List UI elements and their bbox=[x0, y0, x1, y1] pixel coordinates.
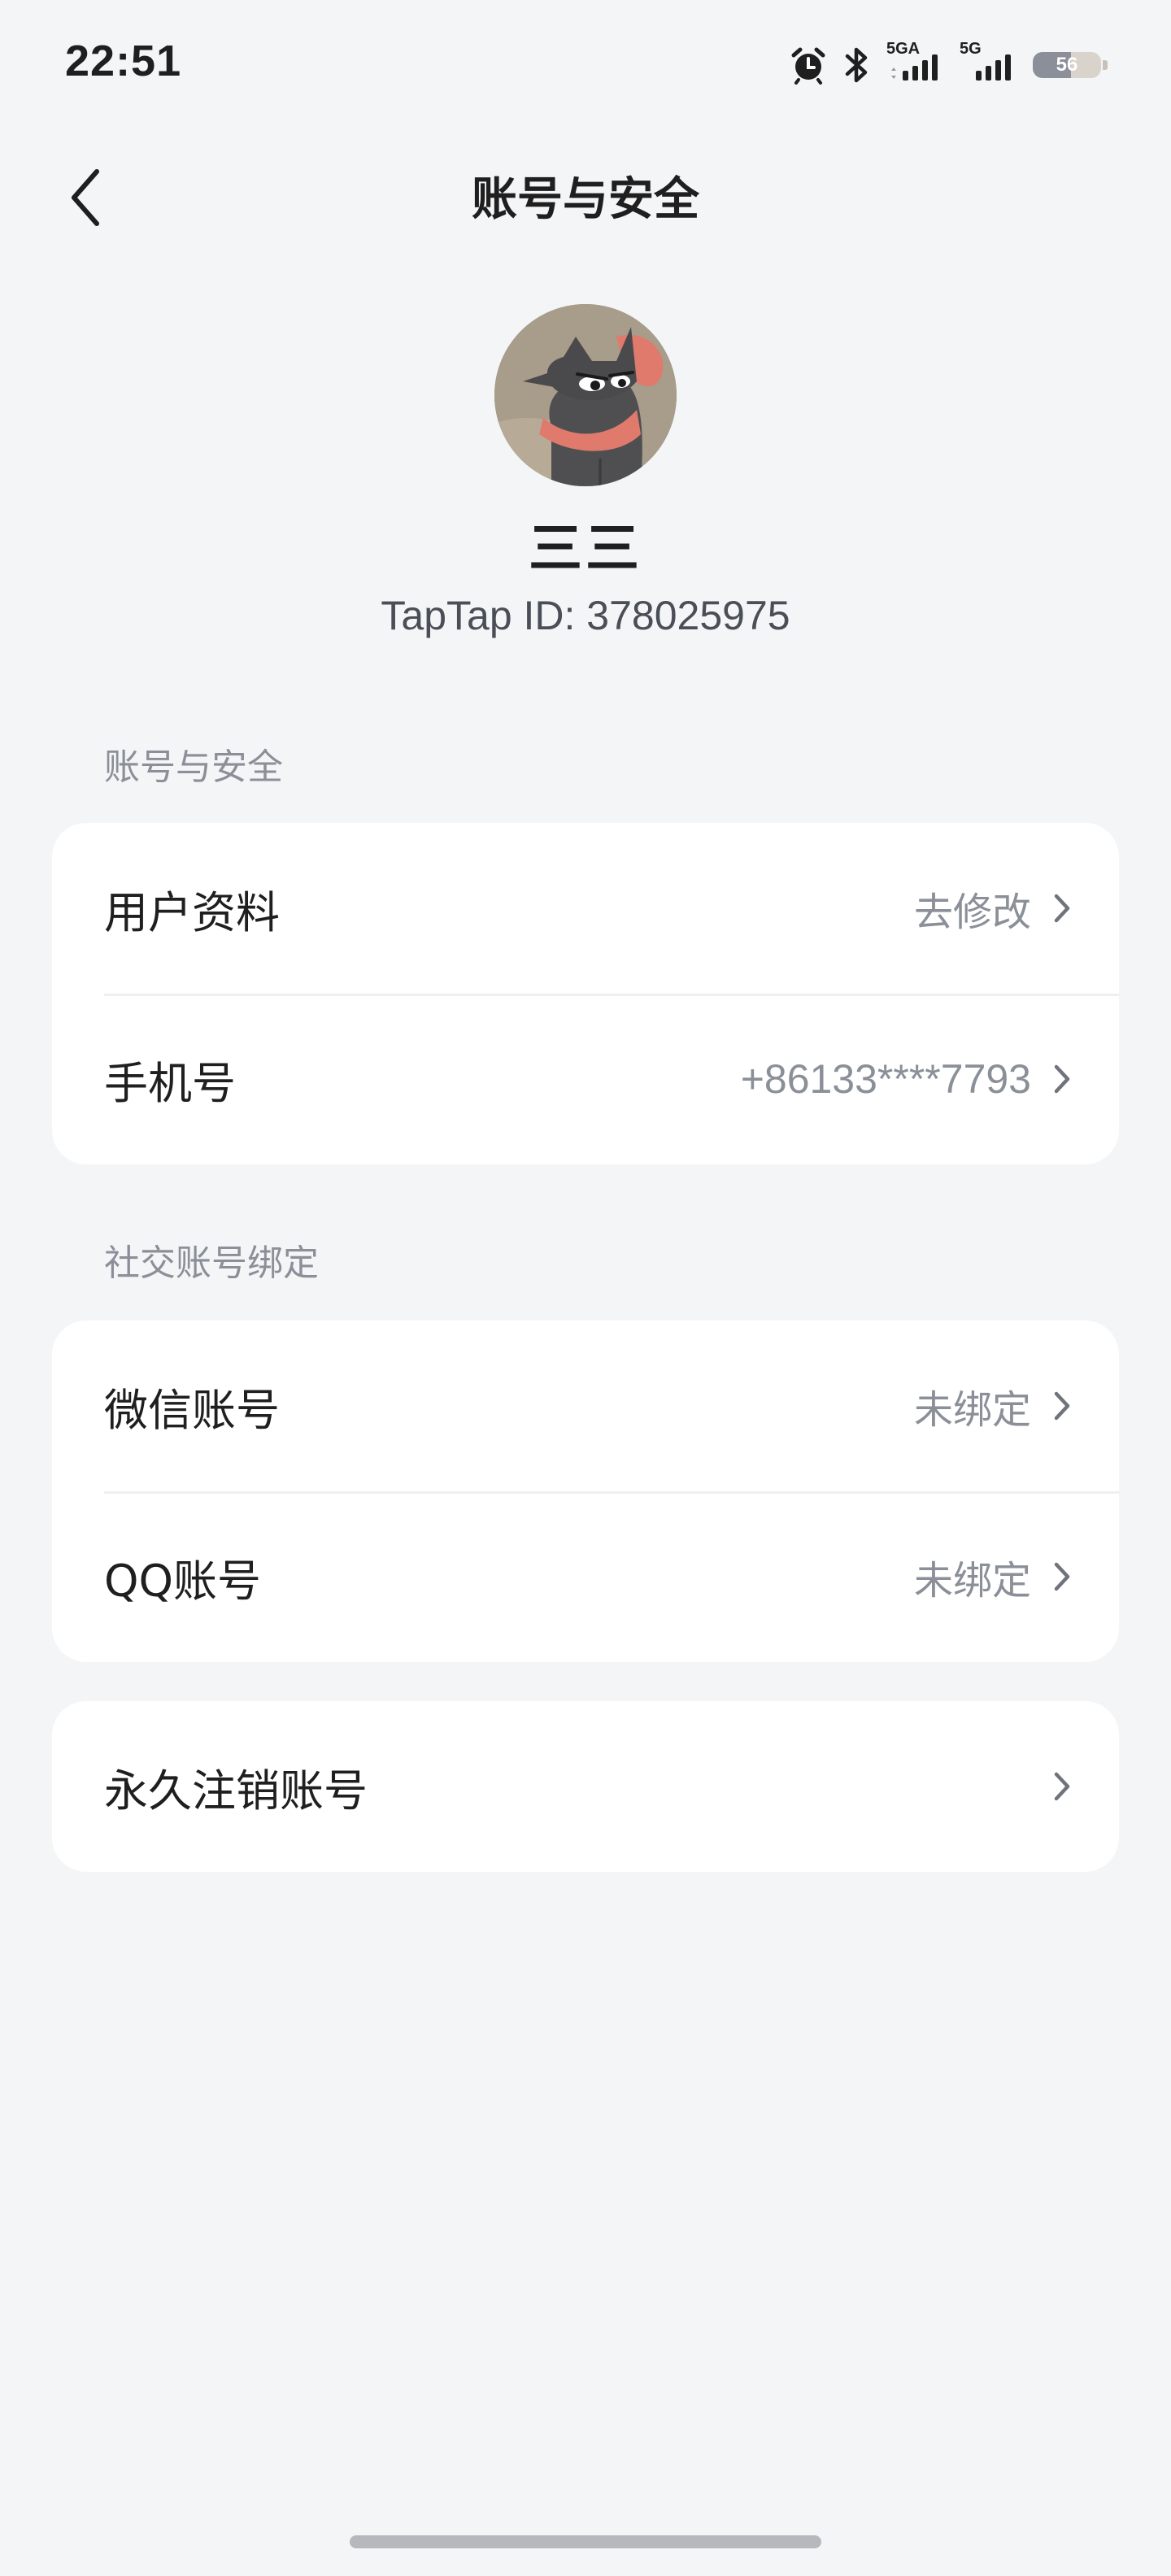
row-right: +86133****7793 bbox=[741, 1055, 1072, 1103]
section-label-social: 社交账号绑定 bbox=[104, 1242, 319, 1284]
row-right: 未绑定 bbox=[914, 1548, 1072, 1605]
username: 三三 bbox=[529, 517, 642, 580]
row-label: 微信账号 bbox=[104, 1384, 280, 1436]
row-value: 去修改 bbox=[913, 890, 1031, 935]
battery-icon: 56 bbox=[1033, 49, 1108, 81]
avatar-image bbox=[494, 304, 677, 486]
status-bar: 22:51 5GA 5G 56 bbox=[0, 0, 1171, 130]
signal-5g-icon: 5G bbox=[960, 40, 1018, 87]
bluetooth-icon bbox=[842, 45, 872, 85]
row-value: 未绑定 bbox=[913, 1387, 1031, 1433]
row-label: 手机号 bbox=[104, 1057, 236, 1109]
row-value: +86133****7793 bbox=[740, 1056, 1031, 1102]
row-phone-number[interactable]: 手机号 +86133****7793 bbox=[52, 994, 1119, 1164]
row-label: 用户资料 bbox=[104, 886, 280, 938]
row-label: 永久注销账号 bbox=[104, 1764, 368, 1817]
row-right bbox=[1052, 1770, 1072, 1803]
delete-card: 永久注销账号 bbox=[52, 1701, 1119, 1872]
section-label-account: 账号与安全 bbox=[104, 746, 283, 788]
chevron-right-icon bbox=[1052, 1063, 1072, 1095]
social-card: 微信账号 未绑定 QQ账号 未绑定 bbox=[52, 1321, 1119, 1662]
status-icons: 5GA 5G 56 bbox=[789, 40, 1108, 89]
row-delete-account[interactable]: 永久注销账号 bbox=[52, 1701, 1119, 1872]
avatar[interactable] bbox=[494, 304, 677, 486]
row-wechat-account[interactable]: 微信账号 未绑定 bbox=[52, 1321, 1119, 1491]
page-title: 账号与安全 bbox=[472, 173, 699, 226]
account-card: 用户资料 去修改 手机号 +86133****7793 bbox=[52, 823, 1119, 1164]
signal-5ga-icon: 5GA bbox=[886, 40, 945, 87]
chevron-right-icon bbox=[1052, 1770, 1072, 1803]
home-indicator[interactable] bbox=[350, 2535, 821, 2548]
battery-level: 56 bbox=[1056, 54, 1078, 76]
row-label: QQ账号 bbox=[104, 1555, 262, 1607]
user-id: TapTap ID: 378025975 bbox=[381, 593, 790, 638]
status-time: 22:51 bbox=[65, 37, 182, 85]
row-qq-account[interactable]: QQ账号 未绑定 bbox=[52, 1491, 1119, 1662]
battery-cap bbox=[1103, 60, 1108, 70]
alarm-icon bbox=[789, 46, 828, 85]
row-right: 去修改 bbox=[914, 880, 1072, 937]
chevron-right-icon bbox=[1052, 892, 1072, 925]
chevron-right-icon bbox=[1052, 1390, 1072, 1422]
row-value: 未绑定 bbox=[913, 1558, 1031, 1603]
row-right: 未绑定 bbox=[914, 1377, 1072, 1434]
row-user-profile[interactable]: 用户资料 去修改 bbox=[52, 823, 1119, 994]
chevron-right-icon bbox=[1052, 1560, 1072, 1593]
